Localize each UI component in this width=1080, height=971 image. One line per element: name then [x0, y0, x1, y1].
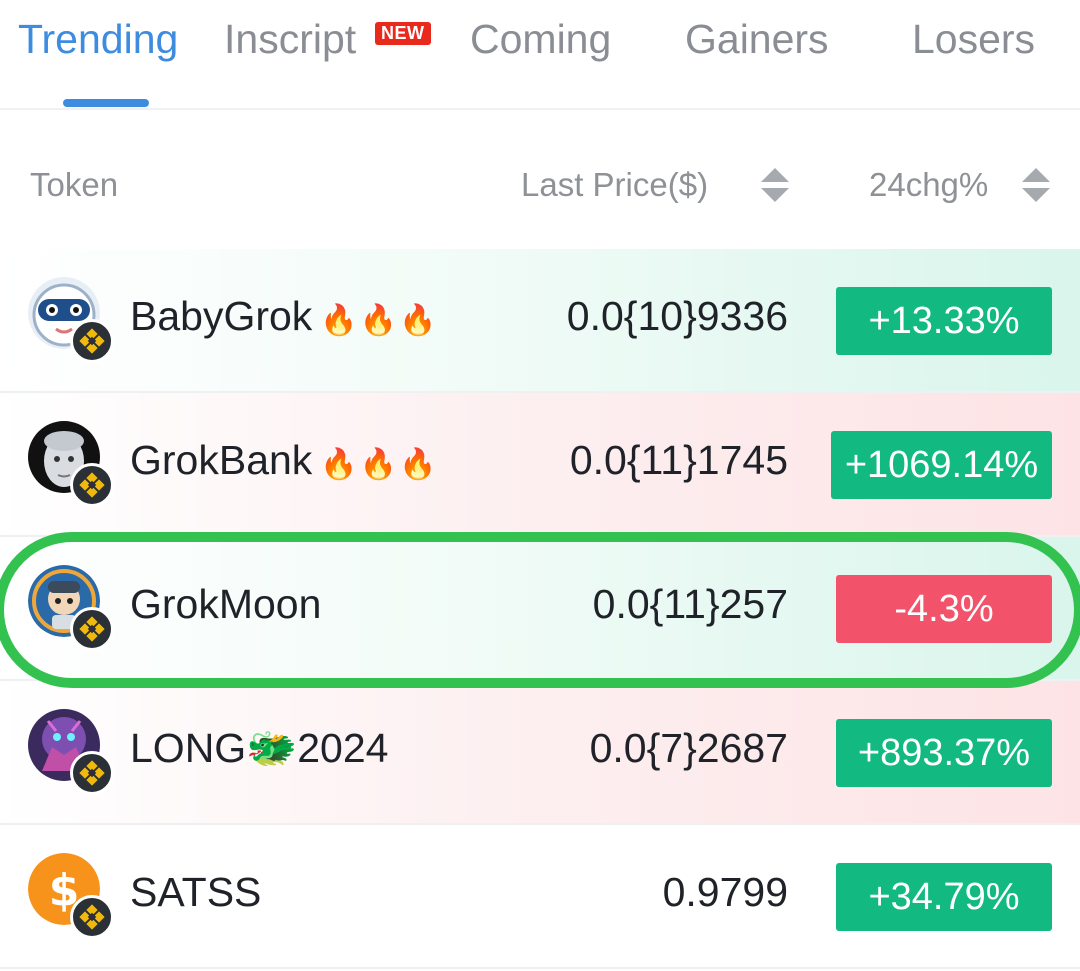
table-row[interactable]: GrokBank 🔥🔥🔥 0.0{11}1745 +1069.14%: [0, 393, 1080, 537]
token-name: GrokBank 🔥🔥🔥: [130, 437, 438, 484]
tab-inscript[interactable]: Inscript: [224, 16, 356, 63]
last-price: 0.0{7}2687: [589, 725, 788, 771]
tab-gainers[interactable]: Gainers: [685, 16, 829, 63]
token-name-text: BabyGrok: [130, 293, 313, 339]
change-badge: +34.79%: [836, 863, 1052, 931]
token-name: LONG🐲2024: [130, 725, 388, 773]
bnb-chain-icon: [70, 319, 114, 363]
table-row[interactable]: LONG🐲2024 0.0{7}2687 +893.37%: [0, 681, 1080, 825]
bnb-chain-icon: [70, 895, 114, 939]
tab-bar: Trending Inscript NEW Coming Gainers Los…: [0, 0, 1080, 110]
fire-icons: 🔥🔥🔥: [320, 304, 439, 337]
sort-price-icon[interactable]: [760, 166, 790, 206]
token-name-text: SATSS: [130, 869, 262, 915]
change-badge: +13.33%: [836, 287, 1052, 355]
tab-losers[interactable]: Losers: [912, 16, 1035, 63]
new-badge: NEW: [375, 22, 431, 45]
tab-trending[interactable]: Trending: [18, 16, 178, 63]
token-name-text: GrokMoon: [130, 581, 322, 627]
fire-icons: 🔥🔥🔥: [320, 448, 439, 481]
token-name: GrokMoon: [130, 581, 321, 628]
bnb-chain-icon: [70, 463, 114, 507]
change-badge: +1069.14%: [831, 431, 1052, 499]
last-price: 0.0{11}1745: [569, 437, 788, 483]
column-24h-change[interactable]: 24chg%: [869, 166, 988, 204]
sort-change-icon[interactable]: [1021, 166, 1051, 206]
table-row[interactable]: $ SATSS 0.9799 +34.79%: [0, 825, 1080, 969]
table-header: Token Last Price($) 24chg%: [0, 140, 1080, 230]
token-name: SATSS: [130, 869, 261, 916]
table-row[interactable]: BabyGrok 🔥🔥🔥 0.0{10}9336 +13.33%: [0, 249, 1080, 393]
active-tab-indicator: [63, 99, 149, 107]
token-name-text: GrokBank: [130, 437, 313, 483]
column-last-price[interactable]: Last Price($): [521, 166, 708, 204]
token-name: BabyGrok 🔥🔥🔥: [130, 293, 438, 340]
bnb-chain-icon: [70, 751, 114, 795]
tab-coming[interactable]: Coming: [470, 16, 611, 63]
change-badge: +893.37%: [836, 719, 1052, 787]
last-price: 0.0{11}257: [592, 581, 788, 627]
last-price: 0.9799: [662, 869, 788, 915]
column-token: Token: [30, 166, 119, 203]
bnb-chain-icon: [70, 607, 114, 651]
token-name-text: LONG🐲2024: [130, 725, 389, 771]
last-price: 0.0{10}9336: [566, 293, 788, 339]
table-row[interactable]: GrokMoon 0.0{11}257 -4.3%: [0, 537, 1080, 681]
change-badge: -4.3%: [836, 575, 1052, 643]
